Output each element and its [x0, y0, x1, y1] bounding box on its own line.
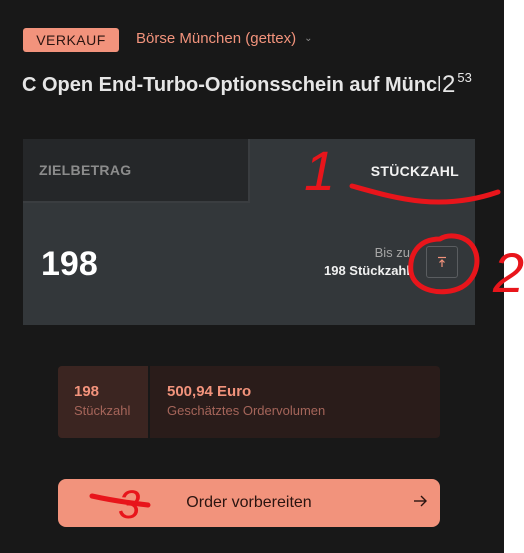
summary-quantity: 198 Stückzahl: [58, 366, 150, 438]
exchange-selector[interactable]: Börse München (gettex) ⌄: [136, 30, 312, 47]
arrow-to-top-icon: [438, 256, 446, 267]
order-panel: VERKAUF Börse München (gettex) ⌄ C Open …: [0, 0, 504, 553]
instrument-title: C Open End-Turbo-Optionsschein auf Münch…: [22, 74, 440, 96]
price-decimals: 53: [457, 70, 472, 85]
price-main: 2: [442, 71, 456, 98]
quantity-input[interactable]: 198: [41, 245, 98, 284]
prepare-order-button[interactable]: Order vorbereiten: [58, 479, 440, 527]
summary-volume: 500,94 Euro Geschätztes Ordervolumen: [150, 366, 440, 438]
max-value: 198 Stückzahl: [324, 263, 410, 278]
max-quantity-button[interactable]: [426, 246, 458, 278]
max-label: Bis zu: [374, 245, 410, 260]
chevron-down-icon: ⌄: [304, 33, 313, 44]
summary-quantity-caption: Stückzahl: [74, 403, 131, 418]
tab-zielbetrag[interactable]: ZIELBETRAG: [23, 139, 250, 203]
quantity-box: 198 Bis zu 198 Stückzahl: [23, 203, 475, 325]
summary-volume-caption: Geschätztes Ordervolumen: [167, 403, 326, 418]
tab-stueckzahl[interactable]: STÜCKZAHL: [250, 139, 475, 203]
prepare-order-label: Order vorbereiten: [186, 494, 312, 511]
input-mode-tabs: ZIELBETRAG STÜCKZAHL: [23, 139, 475, 203]
arrow-right-icon: [414, 495, 427, 507]
exchange-label: Börse München (gettex): [136, 30, 297, 47]
order-summary: 198 Stückzahl 500,94 Euro Geschätztes Or…: [58, 366, 440, 438]
price-display: 2 53: [442, 70, 472, 99]
side-badge-sell[interactable]: VERKAUF: [23, 28, 119, 52]
summary-quantity-value: 198: [74, 383, 100, 400]
summary-volume-value: 500,94 Euro: [167, 383, 252, 400]
